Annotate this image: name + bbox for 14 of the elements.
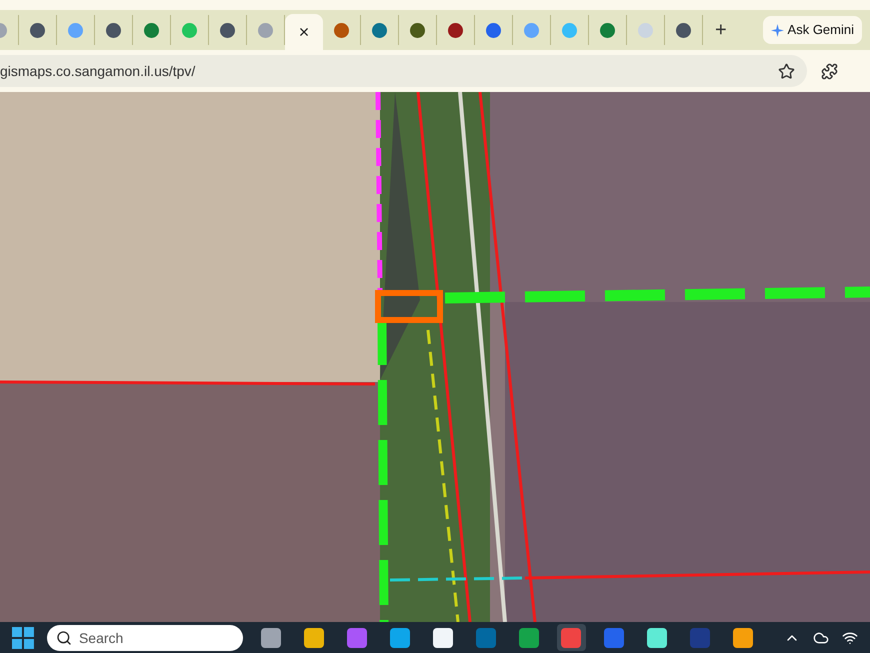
start-icon[interactable]: [12, 626, 34, 648]
wifi-icon[interactable]: [842, 630, 858, 646]
extensions-icon[interactable]: [821, 62, 838, 80]
cloud-icon[interactable]: [813, 630, 830, 646]
browser-tab[interactable]: ×: [285, 14, 323, 50]
url-text: gismaps.co.sangamon.il.us/tpv/: [0, 62, 196, 81]
taskbar-search-field[interactable]: Search: [46, 624, 243, 650]
address-bar[interactable]: gismaps.co.sangamon.il.us/tpv/: [0, 55, 807, 87]
sparkle-icon: [770, 24, 784, 36]
close-icon[interactable]: ×: [298, 23, 310, 41]
new-tab-button[interactable]: +: [711, 20, 731, 40]
ask-gemini-button[interactable]: Ask Gemini: [762, 16, 862, 44]
search-icon: [56, 630, 72, 646]
bookmark-star-icon[interactable]: [778, 62, 795, 80]
